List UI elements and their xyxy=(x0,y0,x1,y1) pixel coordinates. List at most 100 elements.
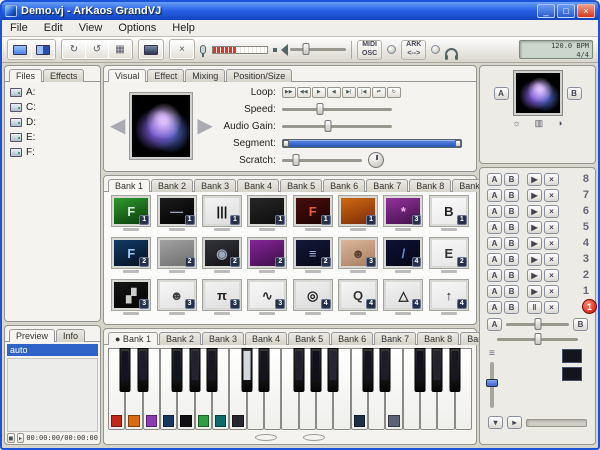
black-key-11[interactable] xyxy=(363,348,374,392)
grid-cell-13[interactable]: ≡2 xyxy=(292,238,334,278)
titlebar[interactable]: Demo.vj - ArKaos GrandVJ _ □ × xyxy=(2,2,598,20)
grid-cell-10[interactable]: 2 xyxy=(155,238,197,278)
drive-item-e[interactable]: E: xyxy=(7,130,98,145)
black-key-12[interactable] xyxy=(380,348,391,392)
master-slider[interactable] xyxy=(497,338,578,341)
screen-adjust-icon[interactable]: ▥ xyxy=(535,119,544,128)
mixer-next-button[interactable]: ▸ xyxy=(507,416,522,429)
kb-tab-bank-2[interactable]: Bank 2 xyxy=(159,332,201,345)
minimize-button[interactable]: _ xyxy=(537,4,555,18)
grid-view-button[interactable]: ▦ xyxy=(109,41,131,58)
tab-mixing[interactable]: Mixing xyxy=(185,69,225,82)
tab-effects[interactable]: Effects xyxy=(43,69,84,82)
tab-bank-8[interactable]: Bank 8 xyxy=(409,179,451,192)
tab-bank-6[interactable]: Bank 6 xyxy=(323,179,365,192)
layer-7-a-button[interactable]: A xyxy=(487,189,502,202)
layer-1-a-button[interactable]: A xyxy=(487,285,502,298)
layer-6-a-button[interactable]: A xyxy=(487,205,502,218)
maximize-button[interactable]: □ xyxy=(557,4,575,18)
layer-5-stop-button[interactable]: × xyxy=(544,221,559,234)
drive-item-f[interactable]: F: xyxy=(7,145,98,160)
layer-7-b-button[interactable]: B xyxy=(504,189,519,202)
transport-btn-5[interactable]: |◀ xyxy=(357,87,371,98)
grid-cell-23[interactable]: △4 xyxy=(382,280,424,320)
black-key-6[interactable] xyxy=(241,348,252,392)
preview-b-mini[interactable] xyxy=(562,367,582,381)
segment-bar[interactable] xyxy=(282,139,462,148)
grid-cell-24[interactable]: ↑4 xyxy=(428,280,470,320)
headphones-icon[interactable] xyxy=(445,48,458,57)
sync-back-button[interactable]: ↺ xyxy=(86,41,108,58)
black-key-14[interactable] xyxy=(432,348,443,392)
dual-view-button[interactable] xyxy=(32,41,54,58)
layer-2-b-button[interactable]: B xyxy=(504,269,519,282)
layer-6-b-button[interactable]: B xyxy=(504,205,519,218)
grid-cell-5[interactable]: F1 xyxy=(292,196,334,236)
tab-preview[interactable]: Preview xyxy=(9,329,55,342)
layer-5-b-button[interactable]: B xyxy=(504,221,519,234)
kb-tab-bank-8[interactable]: Bank 8 xyxy=(417,332,459,345)
layer-5-a-button[interactable]: A xyxy=(487,221,502,234)
channel-b-button[interactable]: B xyxy=(567,87,582,100)
grid-cell-22[interactable]: Q4 xyxy=(337,280,379,320)
tab-bank-5[interactable]: Bank 5 xyxy=(280,179,322,192)
black-key-10[interactable] xyxy=(328,348,339,392)
mixer-down-button[interactable]: ▾ xyxy=(488,416,503,429)
layer-8-play-button[interactable]: ▶ xyxy=(527,173,542,186)
single-view-button[interactable] xyxy=(9,41,31,58)
black-key-2[interactable] xyxy=(137,348,148,392)
tab-position-size[interactable]: Position/Size xyxy=(226,69,292,82)
layer-8-b-button[interactable]: B xyxy=(504,173,519,186)
layer-4-b-button[interactable]: B xyxy=(504,237,519,250)
vertical-fader[interactable] xyxy=(490,362,494,408)
drive-item-a[interactable]: A: xyxy=(7,85,98,100)
tab-bank-7[interactable]: Bank 7 xyxy=(366,179,408,192)
volume-slider[interactable] xyxy=(290,48,346,51)
menu-edit[interactable]: Edit xyxy=(36,21,71,35)
clear-output-button[interactable]: × xyxy=(171,41,193,58)
tab-visual[interactable]: Visual xyxy=(108,69,146,82)
menu-help[interactable]: Help xyxy=(164,21,203,35)
layer-8-stop-button[interactable]: × xyxy=(544,173,559,186)
grid-cell-17[interactable]: ▞3 xyxy=(110,280,152,320)
output-preview[interactable] xyxy=(514,71,562,115)
prev-visual-arrow[interactable]: ◀ xyxy=(110,116,125,136)
black-key-8[interactable] xyxy=(293,348,304,392)
crossfade-a-button[interactable]: A xyxy=(487,318,502,331)
layer-3-b-button[interactable]: B xyxy=(504,253,519,266)
grid-cell-15[interactable]: /4 xyxy=(382,238,424,278)
transport-btn-4[interactable]: ▶| xyxy=(342,87,356,98)
black-key-5[interactable] xyxy=(207,348,218,392)
crossfader[interactable] xyxy=(506,323,569,326)
volume-knob[interactable] xyxy=(302,43,309,55)
grid-cell-14[interactable]: ☻3 xyxy=(337,238,379,278)
master-b-button[interactable]: B xyxy=(504,301,519,314)
grid-cell-6[interactable]: 1 xyxy=(337,196,379,236)
layer-5-play-button[interactable]: ▶ xyxy=(527,221,542,234)
layer-4-play-button[interactable]: ▶ xyxy=(527,237,542,250)
layer-4-a-button[interactable]: A xyxy=(487,237,502,250)
layer-6-play-button[interactable]: ▶ xyxy=(527,205,542,218)
brightness-icon[interactable]: ☼ xyxy=(512,119,520,128)
transport-btn-2[interactable]: ▶ xyxy=(312,87,326,98)
master-slider-knob[interactable] xyxy=(534,333,541,345)
transport-btn-0[interactable]: ▶▶ xyxy=(282,87,296,98)
transport-btn-3[interactable]: ◀ xyxy=(327,87,341,98)
grid-cell-4[interactable]: 1 xyxy=(246,196,288,236)
tab-bank-3[interactable]: Bank 3 xyxy=(194,179,236,192)
layer-3-stop-button[interactable]: × xyxy=(544,253,559,266)
layer-6-stop-button[interactable]: × xyxy=(544,205,559,218)
grid-cell-7[interactable]: *3 xyxy=(382,196,424,236)
kb-tab-bank-7[interactable]: Bank 7 xyxy=(374,332,416,345)
gain-slider[interactable] xyxy=(282,125,392,128)
black-key-13[interactable] xyxy=(415,348,426,392)
grid-cell-1[interactable]: F1 xyxy=(110,196,152,236)
next-visual-arrow[interactable]: ▶ xyxy=(197,116,212,136)
black-key-9[interactable] xyxy=(311,348,322,392)
layer-7-stop-button[interactable]: × xyxy=(544,189,559,202)
transport-btn-7[interactable]: ↻ xyxy=(387,87,401,98)
menu-options[interactable]: Options xyxy=(110,21,164,35)
scratch-slider[interactable] xyxy=(282,159,362,162)
layer-3-play-button[interactable]: ▶ xyxy=(527,253,542,266)
auto-row[interactable]: auto xyxy=(7,344,98,356)
